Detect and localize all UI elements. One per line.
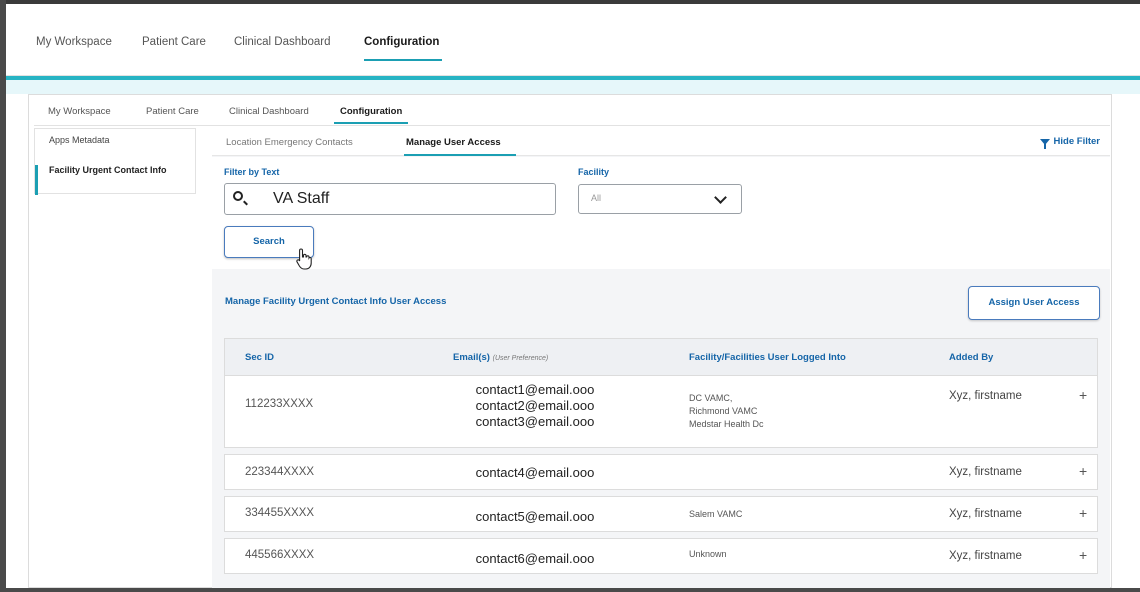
added-by-cell: Xyz, firstname bbox=[949, 466, 1022, 478]
facility-selected-value: All bbox=[591, 193, 602, 203]
facility-value: Richmond VAMC bbox=[689, 406, 758, 416]
email-value: contact1@email.ooo bbox=[475, 382, 595, 397]
filter-text-value: VA Staff bbox=[273, 190, 330, 207]
sec-id-cell: 445566XXXX bbox=[245, 549, 315, 561]
table-row: 445566XXXX contact6@email.ooo Unknown Xy… bbox=[224, 538, 1098, 574]
window-bottom-border bbox=[0, 588, 1140, 592]
emails-cell: contact5@email.ooo bbox=[435, 509, 635, 525]
filter-text-input[interactable]: VA Staff bbox=[224, 183, 556, 215]
facility-value: DC VAMC, bbox=[689, 393, 733, 403]
email-value: contact2@email.ooo bbox=[475, 398, 595, 413]
filter-text-label: Filter by Text bbox=[224, 167, 280, 177]
emails-cell: contact4@email.ooo bbox=[435, 465, 635, 481]
table-header: Sec ID Email(s) (User Preference) Facili… bbox=[224, 338, 1098, 376]
sidebar-item-apps-metadata[interactable]: Apps Metadata bbox=[35, 135, 195, 145]
column-header-added-by: Added By bbox=[949, 352, 994, 363]
emails-cell: contact1@email.ooo contact2@email.ooo co… bbox=[435, 382, 635, 430]
facility-value: Unknown bbox=[689, 549, 727, 559]
email-value: contact5@email.ooo bbox=[475, 509, 595, 524]
outer-tab-configuration[interactable]: Configuration bbox=[364, 36, 439, 48]
hide-filter-button[interactable]: Hide Filter bbox=[1039, 136, 1100, 149]
facility-label: Facility bbox=[578, 167, 610, 177]
added-by-cell: Xyz, firstname bbox=[949, 508, 1022, 520]
inner-tab-patient-care[interactable]: Patient Care bbox=[146, 106, 199, 117]
expand-row-button[interactable]: + bbox=[1079, 387, 1087, 403]
inner-tab-clinical-dashboard[interactable]: Clinical Dashboard bbox=[229, 106, 309, 117]
outer-top-nav: My Workspace Patient Care Clinical Dashb… bbox=[6, 4, 1140, 76]
facility-value: Salem VAMC bbox=[689, 509, 743, 519]
column-header-sec-id: Sec ID bbox=[245, 352, 275, 363]
facility-cell: DC VAMC, Richmond VAMC Medstar Health Dc bbox=[689, 392, 764, 431]
inner-active-tab-indicator bbox=[334, 122, 408, 124]
facility-value: Medstar Health Dc bbox=[689, 419, 764, 429]
hide-filter-label: Hide Filter bbox=[1053, 136, 1100, 147]
sub-tabs: Location Emergency Contacts Manage User … bbox=[212, 128, 1110, 156]
section-title: Manage Facility Urgent Contact Info User… bbox=[225, 296, 447, 307]
email-value: contact4@email.ooo bbox=[475, 465, 595, 480]
column-header-facility: Facility/Facilities User Logged Into bbox=[689, 352, 846, 363]
sidebar: Apps Metadata Facility Urgent Contact In… bbox=[34, 128, 196, 195]
added-by-cell: Xyz, firstname bbox=[949, 390, 1022, 402]
accent-band-light bbox=[6, 80, 1140, 94]
expand-row-button[interactable]: + bbox=[1079, 547, 1087, 563]
expand-row-button[interactable]: + bbox=[1079, 505, 1087, 521]
table-row: 112233XXXX contact1@email.ooo contact2@e… bbox=[224, 376, 1098, 448]
tab-location-emergency-contacts[interactable]: Location Emergency Contacts bbox=[226, 137, 353, 148]
inner-tab-configuration[interactable]: Configuration bbox=[340, 106, 402, 117]
chevron-down-icon bbox=[714, 191, 727, 204]
email-value: contact6@email.ooo bbox=[475, 551, 595, 566]
sec-id-cell: 334455XXXX bbox=[245, 507, 315, 519]
sec-id-cell: 223344XXXX bbox=[245, 466, 315, 478]
outer-tab-my-workspace[interactable]: My Workspace bbox=[36, 36, 112, 48]
outer-tab-patient-care[interactable]: Patient Care bbox=[142, 36, 206, 48]
added-by-cell: Xyz, firstname bbox=[949, 550, 1022, 562]
subtab-active-indicator bbox=[404, 154, 516, 156]
filter-panel: Filter by Text VA Staff Facility All Sea… bbox=[212, 157, 1110, 269]
facility-cell: Unknown bbox=[689, 548, 727, 561]
hand-cursor-icon bbox=[296, 248, 312, 270]
outer-tab-clinical-dashboard[interactable]: Clinical Dashboard bbox=[234, 36, 331, 48]
filter-funnel-icon bbox=[1039, 138, 1050, 149]
sec-id-cell: 112233XXXX bbox=[245, 398, 314, 410]
column-header-email: Email(s) (User Preference) bbox=[453, 352, 548, 363]
email-value: contact3@email.ooo bbox=[475, 414, 595, 429]
assign-user-access-button[interactable]: Assign User Access bbox=[968, 286, 1100, 320]
search-icon bbox=[233, 191, 243, 201]
outer-active-tab-indicator bbox=[364, 59, 442, 61]
user-access-table: Sec ID Email(s) (User Preference) Facili… bbox=[224, 338, 1098, 574]
email-header-label: Email(s) bbox=[453, 352, 490, 363]
facility-cell: Salem VAMC bbox=[689, 508, 742, 521]
table-row: 334455XXXX contact5@email.ooo Salem VAMC… bbox=[224, 496, 1098, 532]
table-row: 223344XXXX contact4@email.ooo Xyz, first… bbox=[224, 454, 1098, 490]
emails-cell: contact6@email.ooo bbox=[435, 551, 635, 567]
facility-select[interactable]: All bbox=[578, 184, 742, 214]
sidebar-item-facility-urgent-contact-info[interactable]: Facility Urgent Contact Info bbox=[35, 165, 175, 195]
tab-manage-user-access[interactable]: Manage User Access bbox=[406, 137, 501, 148]
expand-row-button[interactable]: + bbox=[1079, 463, 1087, 479]
inner-top-nav: My Workspace Patient Care Clinical Dashb… bbox=[34, 96, 1110, 126]
email-header-note: (User Preference) bbox=[492, 355, 549, 362]
inner-tab-my-workspace[interactable]: My Workspace bbox=[48, 106, 111, 117]
